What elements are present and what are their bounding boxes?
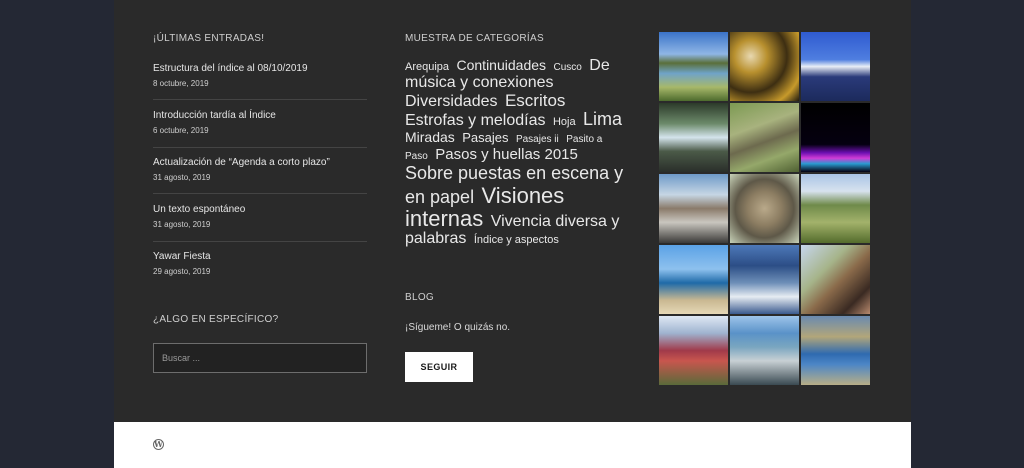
tag-cloud: Arequipa Continuidades Cusco De música y… xyxy=(405,57,627,248)
post-date: 29 agosto, 2019 xyxy=(153,267,211,276)
site-info-footer: W xyxy=(114,422,911,468)
gallery-photo[interactable] xyxy=(801,245,870,314)
gallery-photo[interactable] xyxy=(730,103,799,172)
list-item: Yawar Fiesta 29 agosto, 2019 xyxy=(153,251,367,281)
post-date: 6 octubre, 2019 xyxy=(153,126,209,135)
post-date: 8 octubre, 2019 xyxy=(153,79,209,88)
categories-title: MUESTRA DE CATEGORÍAS xyxy=(405,33,544,44)
blog-follow-text: ¡Sígueme! O quizás no. xyxy=(405,322,511,333)
post-link[interactable]: Introducción tardía al Índice xyxy=(153,110,367,121)
post-date: 31 agosto, 2019 xyxy=(153,173,211,182)
gallery-photo[interactable] xyxy=(730,245,799,314)
blog-widget-title: BLOG xyxy=(405,292,434,303)
tag-link[interactable]: Arequipa xyxy=(405,61,449,73)
post-date: 31 agosto, 2019 xyxy=(153,220,211,229)
search-widget-title: ¿ALGO EN ESPECÍFICO? xyxy=(153,314,279,325)
gallery-photo[interactable] xyxy=(659,103,728,172)
gallery-photo[interactable] xyxy=(801,103,870,172)
wordpress-icon[interactable]: W xyxy=(153,439,164,450)
follow-button[interactable]: SEGUIR xyxy=(405,352,473,382)
gallery-photo[interactable] xyxy=(801,32,870,101)
gallery-photo[interactable] xyxy=(659,316,728,385)
recent-posts-title: ¡ÚLTIMAS ENTRADAS! xyxy=(153,33,265,44)
gallery-photo[interactable] xyxy=(801,174,870,243)
tag-link[interactable]: Continuidades xyxy=(457,57,547,73)
list-item: Actualización de “Agenda a corto plazo” … xyxy=(153,157,367,194)
tag-link[interactable]: Diversidades xyxy=(405,93,497,110)
tag-link[interactable]: Cusco xyxy=(553,62,581,73)
search-field xyxy=(153,343,367,373)
photo-gallery xyxy=(659,32,871,385)
list-item: Estructura del índice al 08/10/2019 8 oc… xyxy=(153,63,367,100)
tag-link[interactable]: Estrofas y melodías xyxy=(405,112,546,129)
gallery-photo[interactable] xyxy=(659,174,728,243)
tag-link[interactable]: Lima xyxy=(583,109,622,129)
footer-widgets: ¡ÚLTIMAS ENTRADAS! Estructura del índice… xyxy=(114,0,911,422)
tag-link[interactable]: Índice y aspectos xyxy=(474,234,559,246)
gallery-photo[interactable] xyxy=(801,316,870,385)
gallery-photo[interactable] xyxy=(730,32,799,101)
gallery-photo[interactable] xyxy=(730,174,799,243)
tag-link[interactable]: Pasajes xyxy=(462,130,508,145)
list-item: Introducción tardía al Índice 6 octubre,… xyxy=(153,110,367,148)
search-input[interactable] xyxy=(154,344,360,372)
post-link[interactable]: Estructura del índice al 08/10/2019 xyxy=(153,63,367,74)
tag-link[interactable]: Escritos xyxy=(505,91,565,110)
gallery-photo[interactable] xyxy=(659,245,728,314)
post-link[interactable]: Yawar Fiesta xyxy=(153,251,367,262)
list-item: Un texto espontáneo 31 agosto, 2019 xyxy=(153,204,367,242)
tag-link[interactable]: Pasajes ii xyxy=(516,134,559,145)
post-link[interactable]: Un texto espontáneo xyxy=(153,204,367,215)
gallery-photo[interactable] xyxy=(659,32,728,101)
tag-link[interactable]: Hoja xyxy=(553,116,576,129)
gallery-photo[interactable] xyxy=(730,316,799,385)
tag-link[interactable]: Pasos y huellas 2015 xyxy=(435,146,578,163)
tag-link[interactable]: Miradas xyxy=(405,129,455,145)
post-link[interactable]: Actualización de “Agenda a corto plazo” xyxy=(153,157,367,168)
